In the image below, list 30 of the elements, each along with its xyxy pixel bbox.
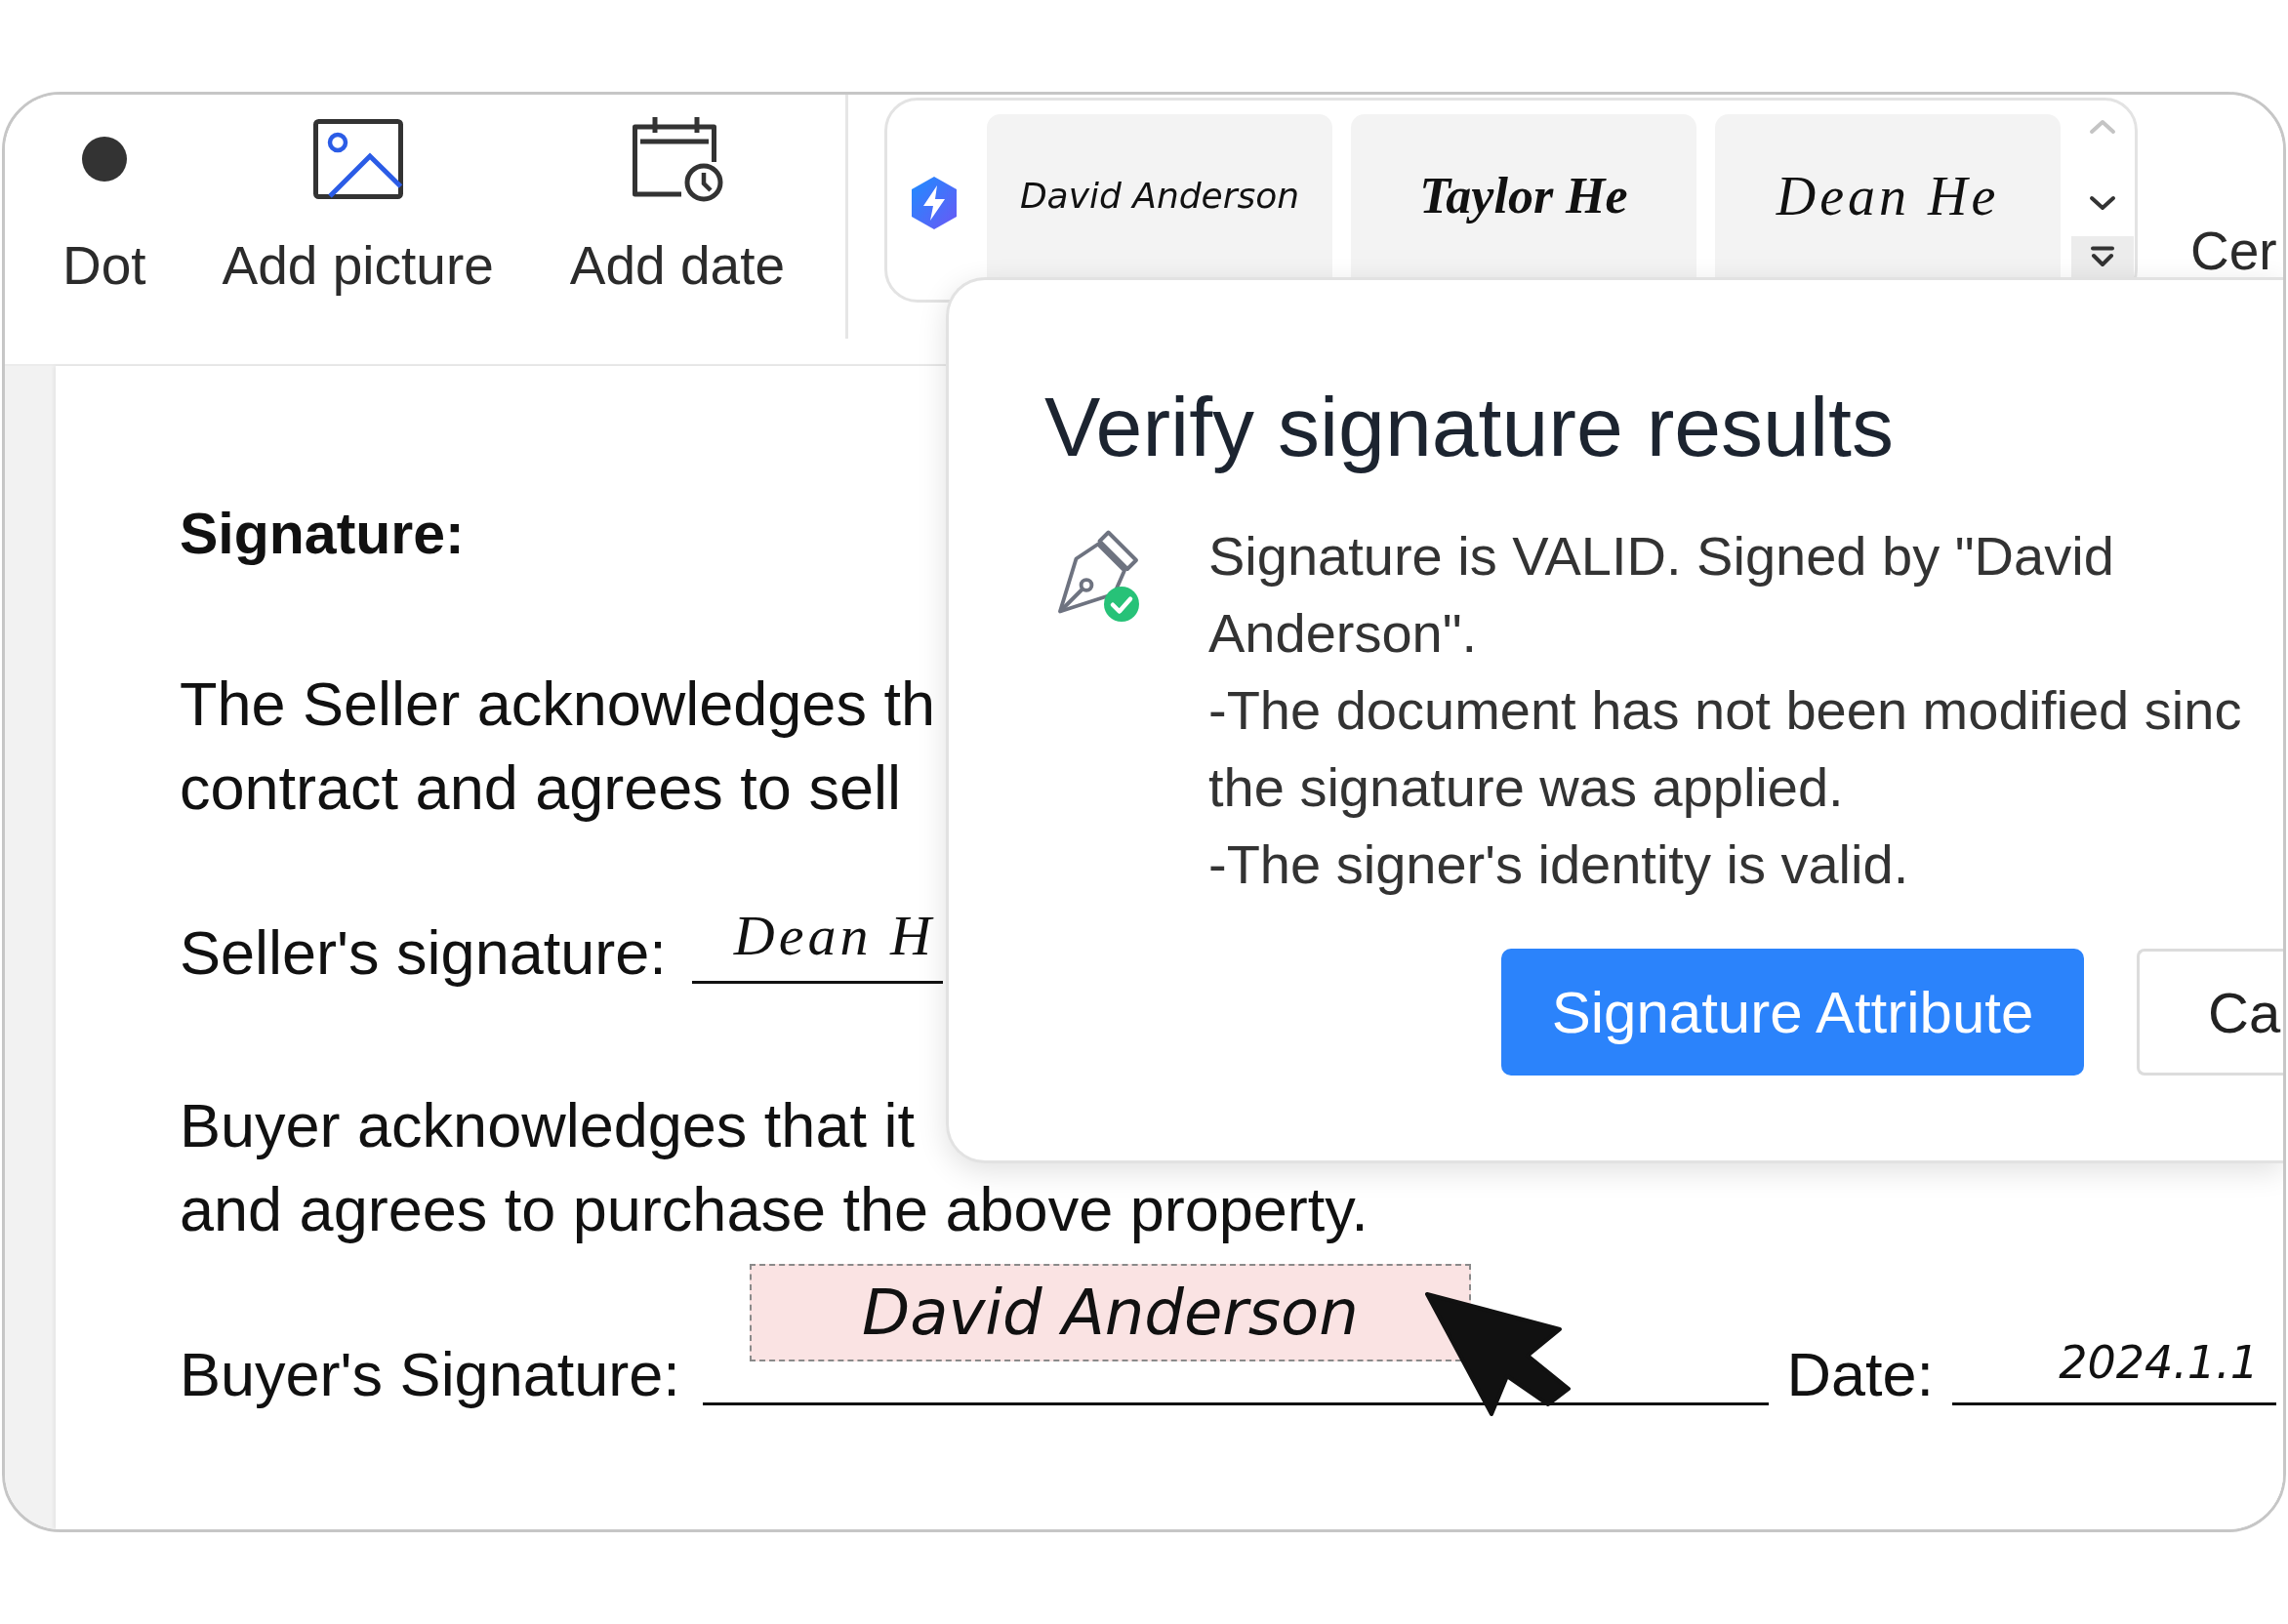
- tool-button[interactable]: Add date: [569, 117, 786, 295]
- dialog-button[interactable]: Ca: [2137, 949, 2283, 1076]
- chevron-down-bar-icon: [2090, 246, 2115, 267]
- message-text: -The document has not been modified sinc the signature was applied.: [1208, 678, 2242, 820]
- signature-stamp[interactable]: David Anderson: [749, 1264, 1471, 1361]
- dialog-button[interactable]: Signature Attribute: [1501, 949, 2084, 1076]
- signature-tile[interactable]: David Anderson: [987, 114, 1332, 277]
- fill-in-line[interactable]: 2024.1.1: [1952, 1329, 2276, 1405]
- message-text: -The signer's identity is valid.: [1208, 832, 1909, 897]
- signature-tile[interactable]: Dean He: [1715, 114, 2061, 277]
- paragraph: Buyer acknowledges that it and agrees to purchase the above property.: [180, 1090, 1369, 1245]
- field-label: Seller's signature:: [180, 917, 667, 989]
- dialog-title: Verify signature results: [1044, 379, 1894, 475]
- fill-in-line[interactable]: Dean H: [691, 908, 943, 984]
- field-label: Date:: [1786, 1339, 1934, 1410]
- expand-button[interactable]: [2071, 236, 2134, 277]
- dot-icon: [81, 137, 127, 182]
- signature-tile[interactable]: Taylor He: [1351, 114, 1696, 277]
- tool-button[interactable]: Cer: [2190, 225, 2277, 276]
- section-heading: Signature:: [180, 501, 465, 568]
- picture-icon: [312, 119, 403, 199]
- calendar-clock-icon: [630, 116, 724, 202]
- chevron-down-icon[interactable]: [2089, 195, 2116, 211]
- cursor-arrow-icon: [1424, 1292, 1571, 1416]
- paragraph: The Seller acknowledges th contract and agrees to sell: [180, 669, 935, 824]
- lightning-hexagon-icon: [910, 176, 959, 230]
- message-text: Signature is VALID. Signed by "David Anderson".: [1208, 524, 2114, 666]
- tool-button[interactable]: Dot: [62, 117, 146, 295]
- tool-button[interactable]: Add picture: [222, 117, 494, 295]
- field-label: Buyer's Signature:: [180, 1339, 680, 1410]
